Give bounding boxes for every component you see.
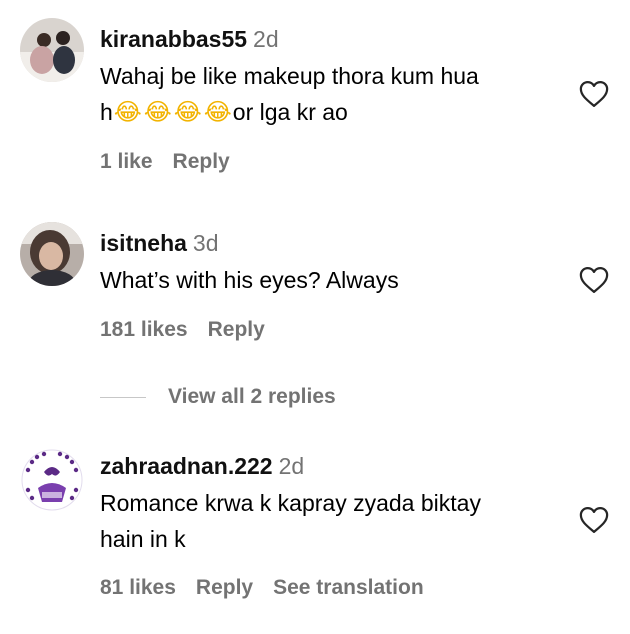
heart-outline-icon[interactable] (579, 80, 609, 108)
avatar[interactable] (20, 222, 84, 286)
profile-photo-icon (20, 222, 84, 286)
avatar[interactable] (20, 448, 84, 512)
profile-photo-icon (20, 448, 84, 512)
laughing-emoji-icon: 😂 (113, 98, 142, 126)
comment-header: kiranabbas55 2d (100, 24, 570, 54)
divider (100, 396, 146, 398)
laughing-emoji-icon: 😂 (203, 98, 232, 126)
reply-button[interactable]: Reply (196, 576, 253, 599)
comment-actions: 181 likes Reply (100, 318, 285, 342)
comment-text: What’s with his eyes? Always (100, 262, 570, 298)
comment-text: Romance krwa k kapray zyada biktay hain … (100, 485, 570, 557)
laughing-emoji-icon: 😂 (143, 98, 172, 126)
username[interactable]: kiranabbas55 (100, 26, 247, 52)
comment-text-line: Romance krwa k kapray zyada biktay (100, 490, 481, 516)
comment-text-line: Wahaj be like makeup thora kum hua (100, 63, 479, 89)
comment-text-line: h😂😂😂😂or lga kr ao (100, 94, 570, 130)
comment-text-line: hain in k (100, 526, 186, 552)
heart-outline-icon[interactable] (579, 506, 609, 534)
timestamp: 2d (253, 26, 279, 52)
comment-actions: 81 likes Reply See translation (100, 576, 444, 600)
comment-actions: 1 like Reply (100, 150, 250, 174)
comment-header: zahraadnan.222 2d (100, 451, 570, 481)
like-count[interactable]: 181 likes (100, 318, 188, 341)
timestamp: 3d (192, 230, 219, 256)
timestamp: 2d (278, 453, 305, 479)
comment-text: Wahaj be like makeup thora kum hua h😂😂😂😂… (100, 58, 570, 130)
like-count[interactable]: 81 likes (100, 576, 176, 599)
view-replies-label[interactable]: View all 2 replies (168, 385, 336, 409)
reply-button[interactable]: Reply (208, 318, 265, 341)
heart-outline-icon[interactable] (579, 266, 609, 294)
text-fragment: h (100, 99, 113, 125)
username[interactable]: zahraadnan.222 (100, 453, 273, 479)
comment-text-line: What’s with his eyes? Always (100, 267, 399, 293)
comment-header: isitneha 3d (100, 228, 570, 258)
laughing-emoji-icon: 😂 (173, 98, 202, 126)
text-fragment: or lga kr ao (232, 99, 348, 125)
view-replies-toggle[interactable]: View all 2 replies (100, 382, 336, 412)
reply-button[interactable]: Reply (173, 150, 230, 173)
see-translation-button[interactable]: See translation (273, 576, 424, 599)
username[interactable]: isitneha (100, 230, 187, 256)
like-count[interactable]: 1 like (100, 150, 153, 173)
profile-photo-icon (20, 18, 84, 82)
avatar[interactable] (20, 18, 84, 82)
